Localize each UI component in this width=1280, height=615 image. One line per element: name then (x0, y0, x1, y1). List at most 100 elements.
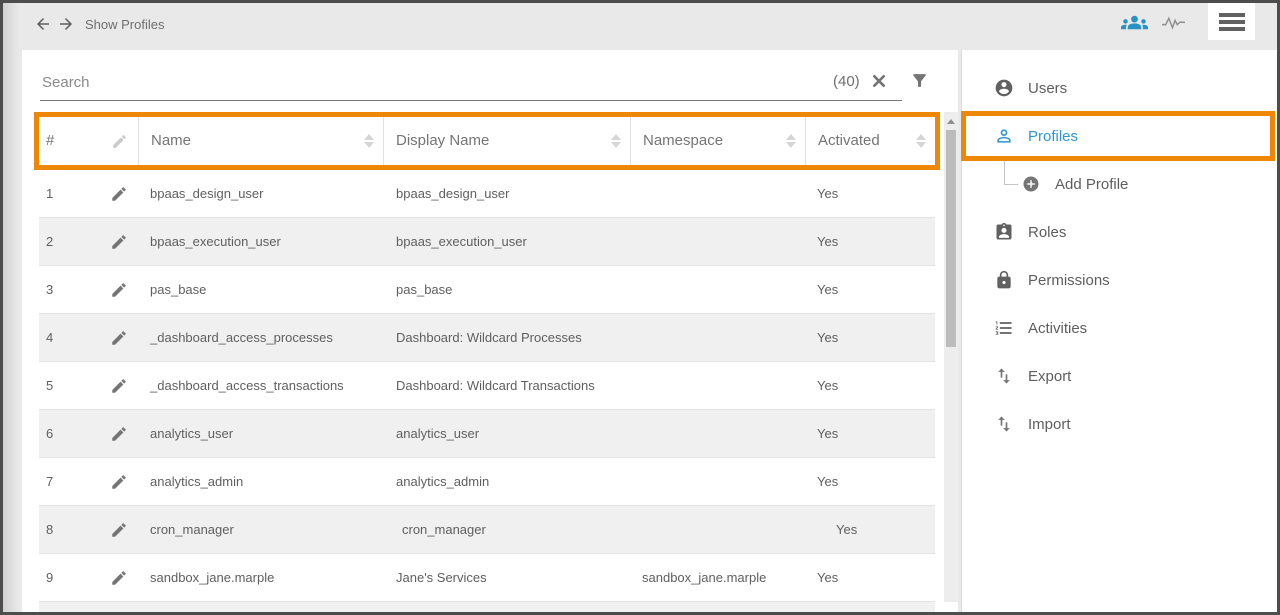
sidebar-item-label: Permissions (1028, 272, 1110, 289)
edit-profile-button[interactable] (100, 233, 138, 251)
cell-display-name: pas_base (383, 282, 630, 297)
hamburger-bar (1219, 27, 1245, 31)
edit-pencil-icon (110, 521, 128, 539)
sidebar-item-label: Users (1028, 80, 1067, 97)
hamburger-bar (1219, 20, 1245, 24)
cell-display-name: bpaas_execution_user (383, 234, 630, 249)
window-edge-shadow (3, 3, 19, 612)
table-row: 8cron_managercron_managerYes (39, 506, 935, 554)
sidebar-item-export[interactable]: Export (962, 352, 1277, 400)
add-circle-icon (1022, 175, 1040, 193)
column-header-label: Name (151, 132, 191, 149)
sidebar-item-label: Activities (1028, 320, 1087, 337)
edit-profile-button[interactable] (100, 425, 138, 443)
table-scrollbar[interactable] (944, 112, 958, 602)
sort-icon[interactable] (786, 134, 796, 148)
column-header-namespace[interactable]: Namespace (630, 117, 805, 165)
cell-display-name: Dashboard: Wildcard Processes (383, 330, 630, 345)
tree-connector (1004, 184, 1018, 185)
edit-pencil-icon (110, 473, 128, 491)
table-row: 1bpaas_design_userbpaas_design_userYes (39, 170, 935, 218)
result-count: (40) (833, 73, 860, 90)
sidebar-item-add-profile[interactable]: Add Profile (962, 160, 1277, 208)
import-export-icon (994, 414, 1014, 434)
cell-name: cron_manager (138, 522, 383, 537)
app-window: Show Profiles (40) # Name (0, 0, 1280, 615)
edit-pencil-icon (110, 329, 128, 347)
edit-profile-button[interactable] (100, 377, 138, 395)
edit-pencil-icon (110, 377, 128, 395)
edit-profile-button[interactable] (100, 329, 138, 347)
column-header-name[interactable]: Name (138, 117, 383, 165)
sidebar-item-label: Profiles (1028, 128, 1078, 145)
row-number: 5 (39, 378, 100, 393)
column-header-label: Activated (818, 132, 880, 149)
account-circle-icon (994, 78, 1014, 98)
sidebar-item-activities[interactable]: Activities (962, 304, 1277, 352)
edit-pencil-icon (110, 425, 128, 443)
sort-icon[interactable] (916, 134, 926, 148)
numbered-list-icon (994, 318, 1014, 338)
cell-name: bpaas_execution_user (138, 234, 383, 249)
row-number: 4 (39, 330, 100, 345)
search-input[interactable] (40, 64, 814, 100)
row-number: 6 (39, 426, 100, 441)
table-row-partial (39, 602, 935, 612)
sidebar-item-label: Export (1028, 368, 1071, 385)
page-title: Show Profiles (85, 17, 164, 32)
activity-pulse-icon[interactable] (1161, 14, 1186, 31)
sidebar-item-label: Import (1028, 416, 1071, 433)
cell-display-name: analytics_user (383, 426, 630, 441)
arrow-back-icon[interactable] (34, 15, 52, 33)
edit-profile-button[interactable] (100, 185, 138, 203)
cell-display-name: Dashboard: Wildcard Transactions (383, 378, 630, 393)
cell-name: analytics_admin (138, 474, 383, 489)
sidebar-item-permissions[interactable]: Permissions (962, 256, 1277, 304)
import-export-icon (994, 366, 1014, 386)
row-number: 2 (39, 234, 100, 249)
scrollbar-up-arrow-icon[interactable] (947, 119, 955, 124)
edit-pencil-icon (110, 233, 128, 251)
cell-display-name: cron_manager (383, 522, 630, 537)
cell-name: sandbox_jane.marple (138, 570, 383, 585)
column-header-activated[interactable]: Activated (805, 117, 935, 165)
sidebar-item-profiles[interactable]: Profiles (962, 112, 1277, 160)
column-header-label: Namespace (643, 132, 723, 149)
hamburger-bar (1219, 13, 1245, 17)
sort-icon[interactable] (611, 134, 621, 148)
lock-icon (994, 270, 1014, 290)
column-header-display-name[interactable]: Display Name (383, 117, 630, 165)
cell-name: _dashboard_access_transactions (138, 378, 383, 393)
cell-activated: Yes (805, 522, 935, 537)
close-icon[interactable] (871, 73, 887, 89)
filter-icon[interactable] (910, 71, 929, 90)
column-header-edit (100, 117, 138, 165)
scrollbar-thumb[interactable] (946, 130, 956, 347)
sidebar-item-users[interactable]: Users (962, 64, 1277, 112)
cell-display-name: analytics_admin (383, 474, 630, 489)
sidebar-item-roles[interactable]: Roles (962, 208, 1277, 256)
table-row: 4_dashboard_access_processesDashboard: W… (39, 314, 935, 362)
arrow-forward-icon[interactable] (57, 15, 75, 33)
edit-profile-button[interactable] (100, 521, 138, 539)
cell-namespace: sandbox_jane.marple (630, 570, 805, 585)
edit-profile-button[interactable] (100, 281, 138, 299)
edit-pencil-icon (110, 281, 128, 299)
sort-icon[interactable] (364, 134, 374, 148)
sidebar-item-import[interactable]: Import (962, 400, 1277, 448)
hamburger-menu-button[interactable] (1208, 3, 1255, 40)
cell-activated: Yes (805, 474, 935, 489)
table-row: 6analytics_useranalytics_userYes (39, 410, 935, 458)
table-header: # Name Display Name Namespace (39, 117, 935, 165)
column-header-label: Display Name (396, 132, 489, 149)
search-underline (40, 100, 902, 101)
people-group-icon[interactable] (1121, 9, 1148, 36)
edit-pencil-icon (110, 185, 128, 203)
cell-activated: Yes (805, 282, 935, 297)
profiles-table-card: (40) # Name Display Name Namesp (22, 50, 958, 612)
edit-profile-button[interactable] (100, 473, 138, 491)
cell-activated: Yes (805, 234, 935, 249)
cell-activated: Yes (805, 570, 935, 585)
cell-display-name: bpaas_design_user (383, 186, 630, 201)
edit-profile-button[interactable] (100, 569, 138, 587)
